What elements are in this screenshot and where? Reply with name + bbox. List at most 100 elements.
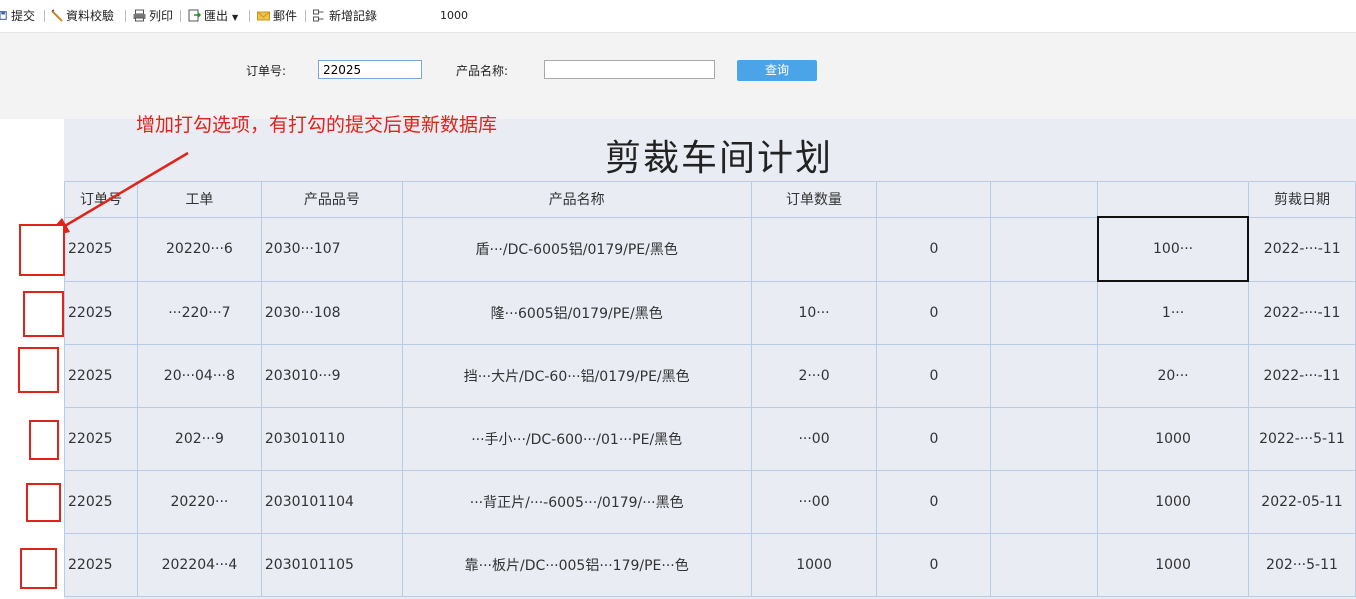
plan-table: 订单号 工单 产品品号 产品名称 订单数量 剪裁日期 22025 20220··… [64,181,1356,597]
table-row: 22025 202···9 203010110 ···手小···/DC-600·… [64,407,1356,471]
cell[interactable]: ···220···7 [136,280,262,345]
cell[interactable]: 202···5-11 [1247,533,1356,597]
cell[interactable]: 20220···6 [136,216,262,282]
cell[interactable]: 2030···107 [260,216,403,282]
filter-panel: 订单号: 产品名称: 查询 [0,33,1356,119]
cell[interactable]: 1··· [1097,280,1249,345]
cell[interactable]: 2022-···5-11 [1247,407,1356,471]
cell[interactable]: 22025 [64,280,138,345]
toolbar: 提交 資料校驗 列印 匯出 ▼ 郵件 新增記錄 1000 [0,0,1356,33]
order-number-label: 订单号: [246,64,287,78]
row-checkbox[interactable] [19,224,65,276]
col-header: 产品名称 [401,181,752,218]
cell[interactable]: 22025 [64,533,138,597]
cell[interactable]: 2022-05-11 [1247,470,1356,534]
add-record-icon [313,9,324,22]
toolbar-divider [180,10,181,22]
table-row: 22025 20···04···8 203010···9 挡···大片/DC-6… [64,344,1356,408]
cell[interactable]: 0 [876,407,992,471]
print-button[interactable]: 列印 [131,7,173,25]
query-button[interactable]: 查询 [737,60,817,81]
row-checkbox[interactable] [26,483,61,522]
col-header: 工单 [136,181,262,218]
cell[interactable]: 2022-···-11 [1247,280,1356,345]
col-header: 产品品号 [260,181,403,218]
cell[interactable]: 挡···大片/DC-60···铝/0179/PE/黑色 [401,344,752,408]
cell[interactable]: 22025 [64,407,138,471]
cell[interactable]: 20··· [1097,344,1249,408]
table-row: 22025 20220···6 2030···107 盾···/DC-6005铝… [64,216,1356,282]
cell[interactable]: 1000 [1097,470,1249,534]
cell[interactable]: 2030···108 [260,280,403,345]
cell[interactable] [990,216,1099,282]
cell[interactable]: 靠···板片/DC···005铝···179/PE···色 [401,533,752,597]
cell[interactable]: 盾···/DC-6005铝/0179/PE/黑色 [401,216,752,282]
table-row: 22025 20220··· 2030101104 ···背正片/···-600… [64,470,1356,534]
cell[interactable]: 22025 [64,344,138,408]
new-record-button[interactable]: 新增記錄 [311,7,377,25]
submit-button[interactable]: 提交 [0,7,35,25]
col-header [876,181,992,218]
cell[interactable] [990,533,1099,597]
cell[interactable] [990,344,1099,408]
cell[interactable] [990,280,1099,345]
cell[interactable]: 0 [876,216,992,282]
cell[interactable]: 2···0 [750,344,878,408]
edit-icon [51,9,63,22]
row-checkbox[interactable] [29,420,59,460]
cell[interactable]: 2030101105 [260,533,403,597]
table-row: 22025 202204···4 2030101105 靠···板片/DC···… [64,533,1356,597]
col-header: 订单号 [64,181,138,218]
cell[interactable] [990,407,1099,471]
cell[interactable]: 203010···9 [260,344,403,408]
cell[interactable]: ···00 [750,470,878,534]
chevron-down-icon: ▼ [232,13,239,22]
export-icon [188,9,202,22]
table-row: 22025 ···220···7 2030···108 隆···6005铝/01… [64,280,1356,345]
toolbar-divider [125,10,126,22]
toolbar-number: 1000 [440,9,468,22]
export-dropdown[interactable]: 匯出 ▼ [187,7,238,25]
cell[interactable]: 0 [876,280,992,345]
cell[interactable]: 2022-···-11 [1247,344,1356,408]
toolbar-divider [305,10,306,22]
toolbar-divider [44,10,45,22]
cell[interactable]: 20···04···8 [136,344,262,408]
cell[interactable]: 2030101104 [260,470,403,534]
cell[interactable]: 0 [876,470,992,534]
row-checkbox[interactable] [18,347,59,393]
row-checkbox[interactable] [20,548,57,589]
mail-icon [257,11,270,21]
cell[interactable]: 2022-···-11 [1247,216,1356,282]
cell[interactable]: 22025 [64,216,138,282]
cell[interactable] [750,216,878,282]
cell[interactable]: 20220··· [136,470,262,534]
order-number-input[interactable] [318,60,422,79]
validate-button[interactable]: 資料校驗 [51,7,114,25]
row-checkbox[interactable] [23,291,64,337]
cell[interactable]: ···手小···/DC-600···/01···PE/黑色 [401,407,752,471]
cell[interactable]: 1000 [750,533,878,597]
col-header [990,181,1099,218]
cell[interactable]: 10··· [750,280,878,345]
cell[interactable]: 0 [876,344,992,408]
cell[interactable]: ···背正片/···-6005···/0179/···黑色 [401,470,752,534]
col-header [1097,181,1249,218]
cell[interactable]: 1000 [1097,533,1249,597]
cell[interactable]: 202···9 [136,407,262,471]
cell[interactable]: 隆···6005铝/0179/PE/黑色 [401,280,752,345]
product-name-input[interactable] [544,60,715,79]
cell[interactable]: 0 [876,533,992,597]
cell[interactable]: 1000 [1097,407,1249,471]
col-header: 剪裁日期 [1247,181,1356,218]
cell[interactable]: 203010110 [260,407,403,471]
product-name-label: 产品名称: [456,64,509,78]
cell[interactable]: ···00 [750,407,878,471]
save-icon [0,11,7,20]
cell[interactable] [990,470,1099,534]
cell[interactable]: 22025 [64,470,138,534]
toolbar-divider [249,10,250,22]
mail-button[interactable]: 郵件 [255,7,297,25]
cell[interactable]: 202204···4 [136,533,262,597]
selected-cell[interactable]: 100··· [1096,216,1250,282]
